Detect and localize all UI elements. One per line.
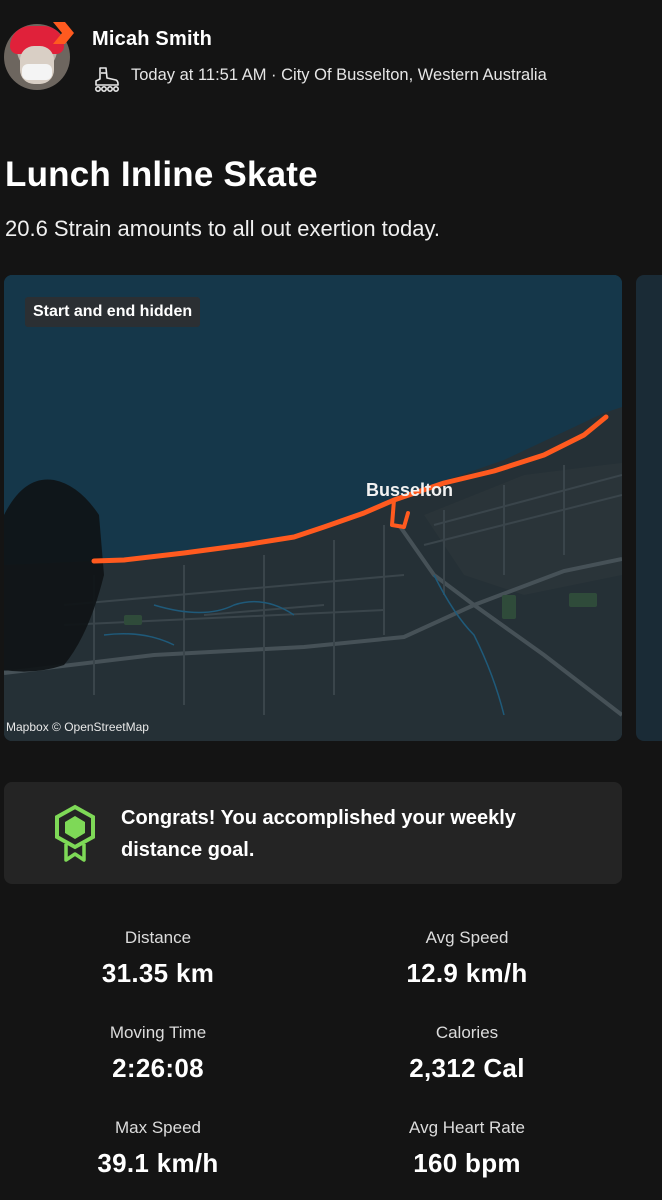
stat-label: Moving Time xyxy=(109,1023,207,1042)
map-canvas xyxy=(4,275,622,741)
stat-max-speed: Max Speed 39.1 km/h xyxy=(8,1118,308,1179)
stat-label: Avg Speed xyxy=(425,928,509,947)
stat-label: Max Speed xyxy=(115,1118,201,1137)
activity-meta: Today at 11:51 AM · City Of Busselton, W… xyxy=(131,66,547,84)
map-attribution[interactable]: Mapbox © OpenStreetMap xyxy=(6,720,149,734)
stat-value: 12.9 km/h xyxy=(406,958,528,988)
activity-title: Lunch Inline Skate xyxy=(5,155,318,194)
next-media-card[interactable] xyxy=(636,275,662,741)
stat-label: Distance xyxy=(124,928,192,947)
chevron-badge-icon xyxy=(53,22,74,44)
stat-value: 31.35 km xyxy=(101,958,215,988)
activity-header: Micah Smith Today at 11:51 AM · City Of … xyxy=(0,0,662,130)
stat-value: 2,312 Cal xyxy=(409,1053,525,1083)
stat-value: 160 bpm xyxy=(413,1148,521,1178)
goal-medal-icon xyxy=(55,804,95,862)
user-name[interactable]: Micah Smith xyxy=(92,28,212,51)
stat-calories: Calories 2,312 Cal xyxy=(317,1023,617,1084)
activity-subtitle: 20.6 Strain amounts to all out exertion … xyxy=(5,216,440,241)
goal-congrats-card: Congrats! You accomplished your weekly d… xyxy=(4,782,622,884)
inline-skate-icon xyxy=(94,67,119,92)
stat-avg-heart-rate: Avg Heart Rate 160 bpm xyxy=(317,1118,617,1179)
stat-avg-speed: Avg Speed 12.9 km/h xyxy=(317,928,617,989)
stat-distance: Distance 31.35 km xyxy=(8,928,308,989)
route-map[interactable]: Start and end hidden Busselton Mapbox © … xyxy=(4,275,622,741)
avatar[interactable] xyxy=(4,20,74,92)
map-place-label: Busselton xyxy=(366,480,454,500)
stat-label: Calories xyxy=(435,1023,499,1042)
stat-value: 2:26:08 xyxy=(112,1053,204,1083)
stat-label: Avg Heart Rate xyxy=(409,1118,525,1137)
start-end-hidden-badge: Start and end hidden xyxy=(25,297,201,327)
congrats-text: Congrats! You accomplished your weekly d… xyxy=(121,807,516,861)
stat-value: 39.1 km/h xyxy=(97,1148,219,1178)
stat-moving-time: Moving Time 2:26:08 xyxy=(8,1023,308,1084)
